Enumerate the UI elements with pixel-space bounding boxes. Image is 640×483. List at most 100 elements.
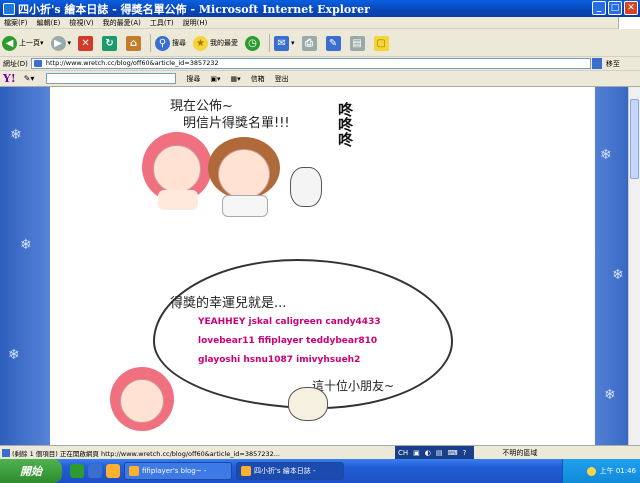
discuss-icon: ▤ xyxy=(349,35,365,51)
ime-keyboard-icon[interactable]: ⌨ xyxy=(448,449,458,457)
ie-icon xyxy=(241,466,251,476)
vertical-scrollbar[interactable] xyxy=(628,87,640,445)
ime-help-icon[interactable]: ? xyxy=(463,449,467,457)
yahoo-highlight-icon[interactable]: ▣▾ xyxy=(210,75,220,83)
yahoo-search-button[interactable]: 搜尋 xyxy=(186,74,200,84)
search-label: 搜尋 xyxy=(172,39,187,47)
winners-line2: lovebear11 fifiplayer teddybear810 xyxy=(198,336,378,346)
snowflake-icon: ❄ xyxy=(8,347,20,363)
menu-edit[interactable]: 編輯(E) xyxy=(37,18,61,28)
ime-language[interactable]: CH xyxy=(398,449,408,457)
mail-button[interactable]: ✉ ▾ xyxy=(274,35,295,51)
snowflake-icon: ❄ xyxy=(20,237,32,253)
forward-button[interactable]: ▶ ▾ xyxy=(50,35,71,51)
boy-character-face xyxy=(218,149,270,199)
go-button[interactable]: 移至 xyxy=(606,59,620,69)
messenger-button[interactable]: ▢ xyxy=(373,35,391,51)
girl-character-face xyxy=(153,145,201,193)
back-arrow-icon: ◀ xyxy=(2,35,17,51)
history-button[interactable]: ◷ xyxy=(245,35,262,51)
quicklaunch-icon[interactable] xyxy=(106,464,120,478)
edit-button[interactable]: ✎ xyxy=(325,35,343,51)
pencil-icon[interactable]: ✎▾ xyxy=(24,74,35,83)
start-button[interactable]: 開始 xyxy=(0,459,62,483)
toolbar-separator xyxy=(150,34,152,52)
blog-post-image: 現在公佈~ 明信片得獎名單!!! 咚咚咚 得獎的幸運兒就是... YEAHHEY… xyxy=(50,87,595,445)
ime-punct-icon[interactable]: ▤ xyxy=(436,449,443,457)
scrollbar-thumb[interactable] xyxy=(630,99,639,179)
print-button[interactable]: ⎙ xyxy=(301,35,319,51)
small-character xyxy=(288,387,328,421)
forward-arrow-icon: ▶ xyxy=(50,35,66,51)
mascot-character xyxy=(290,167,322,207)
ime-mode-icon[interactable]: ▣ xyxy=(413,449,420,457)
standard-toolbar: ◀ 上一頁 ▾ ▶ ▾ ✕ ↻ ⌂ ⚲ 搜尋 ★ 我的最愛 ◷ ✉ ▾ ⎙ ✎ … xyxy=(0,30,640,57)
quicklaunch-ie-icon[interactable] xyxy=(88,464,102,478)
stop-button[interactable]: ✕ xyxy=(78,35,95,51)
address-input[interactable]: http://www.wretch.cc/blog/off60&article_… xyxy=(30,58,591,69)
home-button[interactable]: ⌂ xyxy=(126,35,143,51)
girl-character-face xyxy=(120,379,164,423)
back-label: 上一頁 xyxy=(19,39,40,47)
quicklaunch-icon[interactable] xyxy=(70,464,84,478)
menu-help[interactable]: 說明(H) xyxy=(183,18,208,28)
winners-line1: YEAHHEY jskal caligreen candy4433 xyxy=(198,317,381,327)
minimize-button[interactable]: _ xyxy=(592,1,606,15)
back-button[interactable]: ◀ 上一頁 ▾ xyxy=(2,35,44,51)
menu-favorites[interactable]: 我的最愛(A) xyxy=(103,18,141,28)
windows-logo-icon xyxy=(618,17,640,29)
refresh-button[interactable]: ↻ xyxy=(102,35,119,51)
yahoo-toolbar: Y! ✎▾ 搜尋 ▣▾ ▦▾ 信箱 登出 xyxy=(0,71,640,87)
refresh-icon: ↻ xyxy=(102,35,118,51)
taskbar-item[interactable]: fifiplayer's blog~ - xyxy=(124,462,232,480)
snowflake-icon: ❄ xyxy=(612,267,624,283)
address-dropdown-button[interactable] xyxy=(591,58,602,69)
menu-file[interactable]: 檔案(F) xyxy=(4,18,28,28)
security-zone: 不明的區域 xyxy=(502,448,538,457)
status-bar: (剩餘 1 個項目) 正在開啟網頁 http://www.wretch.cc/b… xyxy=(0,445,640,459)
close-button[interactable]: ✕ xyxy=(624,1,638,15)
ime-toolbar[interactable]: CH ▣ ◐ ▤ ⌨ ? xyxy=(395,446,475,459)
yahoo-tools-icon[interactable]: ▦▾ xyxy=(231,75,241,83)
taskbar-item-active[interactable]: 四小折's 繪本日誌 - xyxy=(236,462,344,480)
window-title: 四小折's 繪本日誌 - 得獎名單公佈 - Microsoft Internet… xyxy=(18,2,370,16)
menu-bar: 檔案(F) 編輯(E) 檢視(V) 我的最愛(A) 工具(T) 說明(H) xyxy=(0,17,640,29)
status-text: (剩餘 1 個項目) 正在開啟網頁 http://www.wretch.cc/b… xyxy=(0,448,395,458)
address-label: 網址(D) xyxy=(3,59,28,68)
toolbar-separator xyxy=(269,34,271,52)
taskbar-item-label: 四小折's 繪本日誌 - xyxy=(254,467,316,475)
maximize-button[interactable]: □ xyxy=(608,1,622,15)
system-tray: 上午 01:46 xyxy=(562,459,640,483)
note-icon: ▢ xyxy=(373,35,389,51)
page-viewport: ❄ ❄ ❄ ❄ ❄ ❄ 現在公佈~ 明信片得獎名單!!! 咚咚咚 得獎的幸運兒就… xyxy=(0,87,640,445)
clock[interactable]: 上午 01:46 xyxy=(600,466,636,476)
menu-tools[interactable]: 工具(T) xyxy=(150,18,174,28)
discuss-button[interactable]: ▤ xyxy=(349,35,367,51)
favorites-label: 我的最愛 xyxy=(210,39,239,47)
print-icon: ⎙ xyxy=(301,35,317,51)
yahoo-logout-button[interactable]: 登出 xyxy=(275,74,289,84)
home-icon: ⌂ xyxy=(126,35,142,51)
boy-character-body xyxy=(222,195,268,217)
menu-view[interactable]: 檢視(V) xyxy=(69,18,93,28)
ie-icon xyxy=(129,466,139,476)
search-icon: ⚲ xyxy=(155,35,171,51)
ie-icon xyxy=(3,2,15,15)
comic-text-line2: 明信片得獎名單!!! xyxy=(183,116,290,131)
bubble-bottom-text: 這十位小朋友~ xyxy=(312,379,395,393)
yahoo-logo[interactable]: Y! xyxy=(3,72,16,85)
stop-icon: ✕ xyxy=(78,35,94,51)
ime-fullshape-icon[interactable]: ◐ xyxy=(425,449,431,457)
snowflake-icon: ❄ xyxy=(600,147,612,163)
yahoo-search-input[interactable] xyxy=(46,73,177,84)
girl-character-body xyxy=(158,190,198,210)
yahoo-mail-button[interactable]: 信箱 xyxy=(251,74,265,84)
snowflake-icon: ❄ xyxy=(10,127,22,143)
search-button[interactable]: ⚲ 搜尋 xyxy=(155,35,187,51)
tray-icon[interactable] xyxy=(586,466,596,476)
snowflake-icon: ❄ xyxy=(604,387,616,403)
address-bar: 網址(D) http://www.wretch.cc/blog/off60&ar… xyxy=(0,57,640,71)
history-icon: ◷ xyxy=(245,35,261,51)
favorites-button[interactable]: ★ 我的最愛 xyxy=(193,35,239,51)
mail-icon: ✉ xyxy=(274,35,290,51)
